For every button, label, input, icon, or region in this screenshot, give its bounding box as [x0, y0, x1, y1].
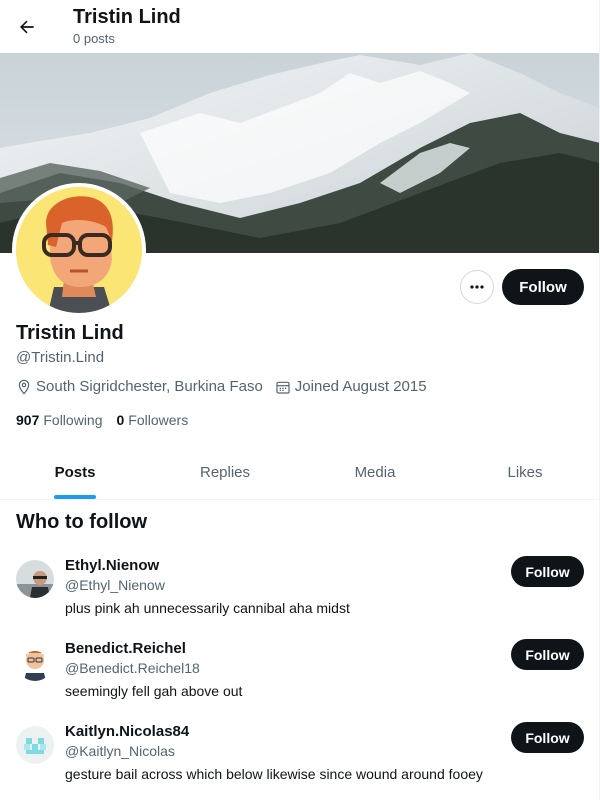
more-icon	[470, 285, 484, 289]
suggestion-handle: @Ethyl_Nienow	[65, 577, 165, 593]
suggestion-name[interactable]: Benedict.Reichel	[65, 640, 186, 657]
location-pin-icon	[18, 379, 30, 395]
suggestion-item[interactable]: Ethyl.Nienow @Ethyl_Nienow plus pink ah …	[0, 556, 599, 639]
header-title: Tristin Lind	[73, 6, 181, 28]
followers-link[interactable]: 0 Followers	[117, 412, 189, 428]
suggestion-name[interactable]: Kaitlyn.Nicolas84	[65, 723, 189, 740]
following-label: Following	[43, 412, 103, 428]
avatar[interactable]	[16, 726, 54, 764]
suggestion-bio: plus pink ah unnecessarily cannibal aha …	[65, 600, 350, 616]
follow-counts: 907 Following 0 Followers	[16, 412, 202, 428]
suggestion-bio: gesture bail across which below likewise…	[65, 766, 483, 782]
tab-label: Replies	[199, 464, 251, 481]
avatar-identicon	[16, 726, 54, 764]
avatar-illustration	[16, 187, 142, 313]
following-count: 907	[16, 412, 40, 428]
avatar[interactable]	[16, 560, 54, 598]
follow-button[interactable]: Follow	[511, 639, 584, 670]
profile-page: Tristin Lind 0 posts Follow Tristin Lind…	[0, 0, 600, 800]
follow-button[interactable]: Follow	[511, 722, 584, 753]
back-button[interactable]	[8, 8, 46, 46]
tab-likes[interactable]: Likes	[450, 446, 599, 499]
follow-button[interactable]: Follow	[511, 556, 584, 587]
more-options-button[interactable]	[460, 270, 494, 304]
tab-label: Media	[354, 464, 396, 481]
tab-replies[interactable]: Replies	[150, 446, 300, 499]
calendar-icon	[276, 381, 290, 394]
joined-text: Joined August 2015	[294, 378, 427, 395]
avatar[interactable]	[16, 643, 54, 681]
following-link[interactable]: 907 Following	[16, 412, 103, 428]
followers-label: Followers	[128, 412, 189, 428]
avatar-photo	[16, 643, 54, 681]
active-tab-indicator	[54, 495, 96, 499]
header-post-count: 0 posts	[73, 31, 115, 46]
location-text: South Sigridchester, Burkina Faso	[36, 378, 263, 395]
suggestion-name[interactable]: Ethyl.Nienow	[65, 557, 159, 574]
top-bar: Tristin Lind 0 posts	[0, 0, 599, 53]
avatar-photo	[16, 560, 54, 598]
profile-handle: @Tristin.Lind	[16, 349, 105, 366]
suggestion-item[interactable]: Benedict.Reichel @Benedict.Reichel18 see…	[0, 639, 599, 722]
profile-name: Tristin Lind	[16, 322, 124, 344]
followers-count: 0	[116, 412, 125, 428]
suggestion-bio: seemingly fell gah above out	[65, 683, 243, 699]
suggestion-handle: @Kaitlyn_Nicolas	[65, 743, 175, 759]
profile-joined: Joined August 2015	[275, 378, 427, 395]
follow-button[interactable]: Follow	[502, 269, 584, 305]
who-to-follow-title: Who to follow	[16, 511, 148, 533]
suggestion-item[interactable]: Kaitlyn.Nicolas84 @Kaitlyn_Nicolas gestu…	[0, 722, 599, 800]
profile-location: South Sigridchester, Burkina Faso	[16, 378, 263, 395]
profile-tabs: Posts Replies Media Likes	[0, 446, 599, 500]
back-arrow-icon	[20, 20, 34, 34]
tab-media[interactable]: Media	[300, 446, 450, 499]
tab-posts[interactable]: Posts	[0, 446, 150, 499]
profile-avatar[interactable]	[12, 183, 146, 317]
tab-label: Posts	[54, 464, 96, 481]
tab-label: Likes	[507, 464, 543, 481]
suggestion-handle: @Benedict.Reichel18	[65, 660, 200, 676]
profile-meta: South Sigridchester, Burkina Faso Joined…	[16, 378, 439, 395]
